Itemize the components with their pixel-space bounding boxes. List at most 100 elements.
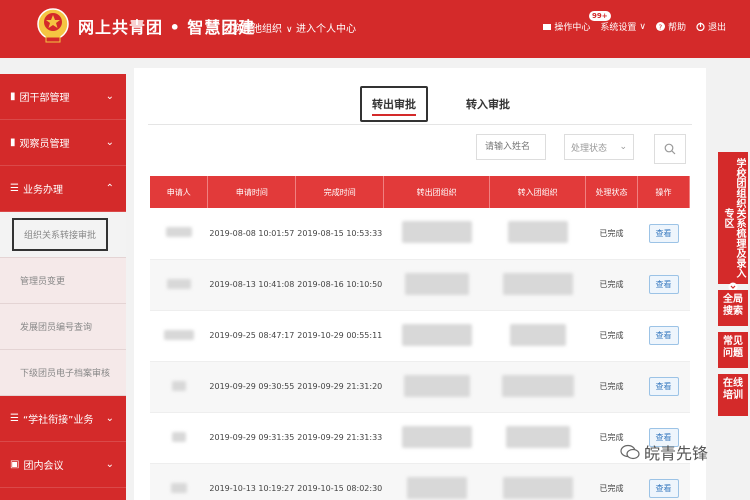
- cell-done-time: 2019-09-29 21:31:20: [295, 361, 384, 413]
- sidebar-subitem-label: 管理员变更: [20, 277, 66, 287]
- rightbar-faq[interactable]: 常见问题: [718, 332, 748, 368]
- sidebar-item-label: “学社衔接”业务: [22, 415, 94, 426]
- header-actions: 操作中心 系统设置 ∨ ? 帮助 退出: [543, 20, 726, 33]
- search-button[interactable]: [654, 134, 686, 164]
- sidebar-item-school-social[interactable]: ☰ “学社衔接”业务 ⌄: [0, 396, 126, 442]
- rightbar-global-search[interactable]: 全局搜索: [718, 290, 748, 326]
- col-done-time: 完成时间: [295, 176, 385, 208]
- search-icon: [664, 143, 676, 155]
- logout-label: 退出: [707, 23, 726, 33]
- watermark-text: 皖青先锋: [644, 444, 709, 463]
- cell-apply-time: 2019-08-08 10:01:57: [207, 208, 296, 260]
- transfer-table: 申请人 申请时间 完成时间 转出团组织 转入团组织 处理状态 操作 2019-0…: [150, 176, 690, 500]
- chevron-down-icon: ⌄: [619, 142, 627, 152]
- status-select[interactable]: 处理状态 ⌄: [564, 134, 634, 160]
- calendar-icon: ▣: [10, 459, 20, 470]
- chevron-up-icon: ⌃: [105, 183, 114, 194]
- settings-label: 系统设置: [600, 23, 637, 33]
- sidebar-subitem-label: 下级团员电子档案审核: [20, 369, 111, 379]
- cell-status: 已完成: [585, 259, 638, 311]
- col-from-org: 转出团组织: [383, 176, 491, 208]
- cell-action: 查看: [637, 208, 690, 260]
- cell-done-time: 2019-10-15 08:02:30: [295, 463, 384, 500]
- ops-center-label: 操作中心: [554, 23, 591, 33]
- cell-from-org: [383, 208, 490, 260]
- view-button[interactable]: 查看: [648, 377, 679, 396]
- tab-bar: 转出审批 转入审批: [360, 86, 520, 122]
- sidebar: ▮ 团干部管理 ⌄ ▮ 观察员管理 ⌄ ☰ 业务办理 ⌃ 组织关系转接审批 管理员变更…: [0, 74, 126, 500]
- view-button[interactable]: 查看: [648, 326, 679, 345]
- sidebar-subitem-label: 发展团员编号查询: [20, 323, 93, 333]
- col-to-org: 转入团组织: [489, 176, 587, 208]
- cell-from-org: [383, 412, 490, 464]
- chevron-down-icon: ∨: [286, 25, 293, 35]
- cell-done-time: 2019-10-29 00:55:11: [295, 310, 384, 362]
- user-icon: ▮: [10, 91, 16, 102]
- rightbar-label: 学校团组织关系梳理及录入专区: [722, 158, 745, 278]
- user-icon: ▮: [10, 137, 16, 148]
- rightbar-school-zone[interactable]: 学校团组织关系梳理及录入专区: [718, 152, 748, 292]
- cell-to-org: [489, 208, 586, 260]
- table-row: 2019-09-25 08:47:17 2019-10-29 00:55:11 已完…: [150, 310, 690, 362]
- cell-to-org: [489, 259, 586, 311]
- cell-from-org: [383, 310, 490, 362]
- sidebar-subitem-admin-change[interactable]: 管理员变更: [0, 258, 126, 304]
- view-button[interactable]: 查看: [648, 223, 679, 243]
- chevron-down-icon: ∨: [639, 21, 646, 32]
- help-button[interactable]: ? 帮助: [655, 20, 686, 33]
- svg-text:?: ?: [658, 24, 662, 32]
- cell-action: 查看: [637, 310, 690, 362]
- help-icon: ?: [655, 22, 665, 32]
- chevron-down-icon: ⌄: [105, 137, 114, 148]
- youth-league-emblem-icon: [37, 8, 69, 43]
- switch-org-menu[interactable]: 切换其他组织 ∨: [222, 20, 293, 35]
- tab-transfer-in[interactable]: 转入审批: [456, 88, 520, 120]
- sidebar-item-label: 观察员管理: [19, 139, 70, 150]
- cell-apply-time: 2019-08-13 10:41:08: [207, 259, 296, 311]
- table-row: 2019-08-13 10:41:08 2019-08-16 10:10:50 已完…: [150, 259, 690, 311]
- wechat-icon: [620, 444, 640, 460]
- cell-status: 已完成: [585, 208, 638, 260]
- cell-to-org: [489, 310, 586, 362]
- col-apply-time: 申请时间: [207, 176, 297, 208]
- logout-button[interactable]: 退出: [696, 20, 726, 33]
- sidebar-subitem-member-number[interactable]: 发展团员编号查询: [0, 304, 126, 350]
- list-icon: ☰: [10, 183, 19, 194]
- cell-to-org: [489, 463, 586, 500]
- sidebar-item-meetings[interactable]: ▣ 团内会议 ⌄: [0, 442, 126, 488]
- sidebar-item-business[interactable]: ☰ 业务办理 ⌃: [0, 166, 126, 212]
- cell-status: 已完成: [585, 361, 638, 413]
- personal-center-link[interactable]: 进入个人中心: [296, 20, 356, 35]
- sidebar-subitem-transfer-approval[interactable]: 组织关系转接审批: [0, 212, 126, 258]
- cell-action: 查看: [637, 361, 690, 413]
- cell-action: 查看: [637, 259, 690, 311]
- cell-applicant: [150, 208, 208, 260]
- sidebar-item-label: 业务办理: [22, 185, 63, 196]
- switch-org-label: 切换其他组织: [222, 24, 282, 35]
- cell-to-org: [489, 361, 586, 413]
- tab-transfer-out[interactable]: 转出审批: [360, 86, 428, 122]
- notification-badge: 99+: [589, 11, 611, 21]
- cell-status: 已完成: [585, 463, 638, 500]
- list-icon: ☰: [10, 413, 19, 424]
- view-button[interactable]: 查看: [648, 275, 679, 294]
- sidebar-item-observer[interactable]: ▮ 观察员管理 ⌄: [0, 120, 126, 166]
- view-button[interactable]: 查看: [648, 479, 679, 498]
- cell-apply-time: 2019-09-29 09:31:35: [207, 412, 296, 464]
- sidebar-subitem-label: 组织关系转接审批: [12, 218, 109, 251]
- cell-from-org: [383, 259, 490, 311]
- sidebar-item-label: 团干部管理: [19, 93, 70, 104]
- power-icon: [696, 22, 705, 31]
- cell-applicant: [150, 310, 208, 362]
- chevron-down-icon: ⌄: [105, 459, 114, 470]
- cell-done-time: 2019-08-15 10:53:33: [295, 208, 384, 260]
- sidebar-subitem-archive-review[interactable]: 下级团员电子档案审核: [0, 350, 126, 396]
- sidebar-item-cadre[interactable]: ▮ 团干部管理 ⌄: [0, 74, 126, 120]
- name-search-input[interactable]: [476, 134, 546, 160]
- cell-applicant: [150, 361, 208, 413]
- rightbar-training[interactable]: 在线培训: [718, 374, 748, 416]
- ops-center-button[interactable]: 操作中心: [543, 20, 590, 33]
- chevron-down-icon: ⌄: [105, 91, 114, 102]
- help-label: 帮助: [667, 23, 686, 33]
- settings-button[interactable]: 系统设置 ∨: [600, 20, 646, 34]
